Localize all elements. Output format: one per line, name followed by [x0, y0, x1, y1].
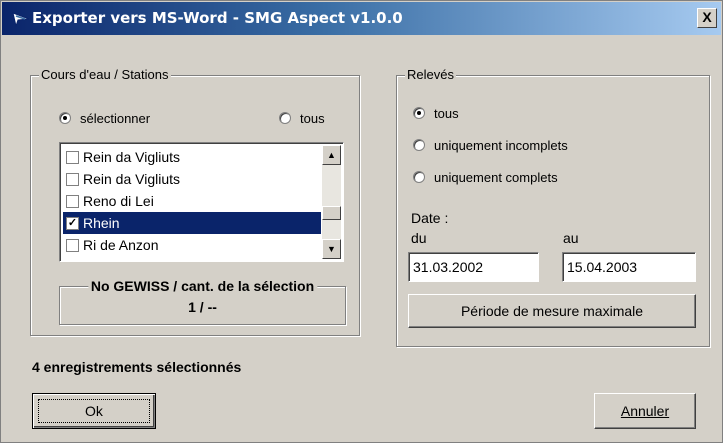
cancel-button-label: Annuler	[620, 403, 670, 419]
cancel-button[interactable]: Annuler	[594, 393, 696, 429]
app-logo-icon	[12, 12, 30, 27]
releves-group-label: Relevés	[405, 67, 456, 82]
list-item-label: Rhein	[83, 215, 120, 231]
checkbox[interactable]	[66, 150, 79, 164]
list-scrollbar[interactable]: ▲ ▼	[322, 145, 341, 259]
list-item-label: Rein da Vigliuts	[83, 171, 181, 187]
scroll-down-button[interactable]: ▼	[322, 239, 341, 259]
close-button[interactable]: X	[697, 8, 717, 28]
radio-select-indicator	[59, 112, 71, 124]
status-selected-count: 4 enregistrements sélectionnés	[32, 359, 242, 375]
radio-releves-complete-label: uniquement complets	[434, 169, 558, 185]
radio-releves-complete-indicator	[413, 171, 425, 183]
radio-releves-incomplete[interactable]: uniquement incomplets	[413, 136, 568, 154]
scroll-thumb[interactable]	[322, 206, 341, 220]
radio-releves-incomplete-label: uniquement incomplets	[434, 137, 568, 153]
list-item-selected[interactable]: ✓ Rhein	[63, 212, 321, 234]
list-item[interactable]: Rein da Vigliuts	[63, 168, 321, 190]
radio-releves-all-label: tous	[434, 105, 459, 121]
date-from-field[interactable]: 31.03.2002	[408, 252, 539, 282]
checkbox-checked[interactable]: ✓	[66, 216, 79, 230]
gewiss-label: No GEWISS / cant. de la sélection	[87, 278, 318, 294]
radio-releves-incomplete-indicator	[413, 139, 425, 151]
radio-releves-complete[interactable]: uniquement complets	[413, 168, 558, 186]
list-item-label: Rein da Vigliuts	[83, 149, 181, 165]
export-dialog: Exporter vers MS-Word - SMG Aspect v1.0.…	[0, 0, 723, 443]
max-period-button[interactable]: Période de mesure maximale	[408, 294, 696, 328]
radio-select-label: sélectionner	[80, 110, 151, 126]
list-item[interactable]: Reno di Lei	[63, 190, 321, 212]
radio-all-indicator	[279, 112, 291, 124]
list-item[interactable]: Rein da Vigliuts	[63, 146, 321, 168]
radio-all-stations[interactable]: tous	[279, 109, 325, 127]
list-item-label: Ri de Anzon	[83, 237, 159, 253]
date-label: Date :	[411, 210, 449, 226]
from-label: du	[411, 230, 427, 246]
window-title: Exporter vers MS-Word - SMG Aspect v1.0.…	[32, 9, 403, 27]
stations-listbox[interactable]: Rein da Vigliuts Rein da Vigliuts Reno d…	[59, 142, 344, 262]
gewiss-value: 1 / --	[188, 299, 217, 315]
to-label: au	[563, 230, 579, 246]
date-to-field[interactable]: 15.04.2003	[562, 252, 696, 282]
checkbox[interactable]	[66, 172, 79, 186]
checkbox[interactable]	[66, 194, 79, 208]
title-bar[interactable]: Exporter vers MS-Word - SMG Aspect v1.0.…	[2, 2, 721, 35]
radio-all-label: tous	[300, 110, 325, 126]
radio-select-stations[interactable]: sélectionner	[59, 109, 150, 127]
checkbox[interactable]	[66, 238, 79, 252]
gewiss-box: No GEWISS / cant. de la sélection 1 / --	[59, 278, 346, 325]
focus-rect	[38, 399, 150, 423]
scroll-up-button[interactable]: ▲	[322, 145, 341, 165]
list-item-label: Reno di Lei	[83, 193, 154, 209]
radio-releves-all[interactable]: tous	[413, 104, 459, 122]
list-item[interactable]: Ri de Anzon	[63, 234, 321, 256]
radio-releves-all-indicator	[413, 107, 425, 119]
ok-button[interactable]: Ok	[32, 393, 156, 429]
stations-group-label: Cours d'eau / Stations	[39, 67, 171, 82]
